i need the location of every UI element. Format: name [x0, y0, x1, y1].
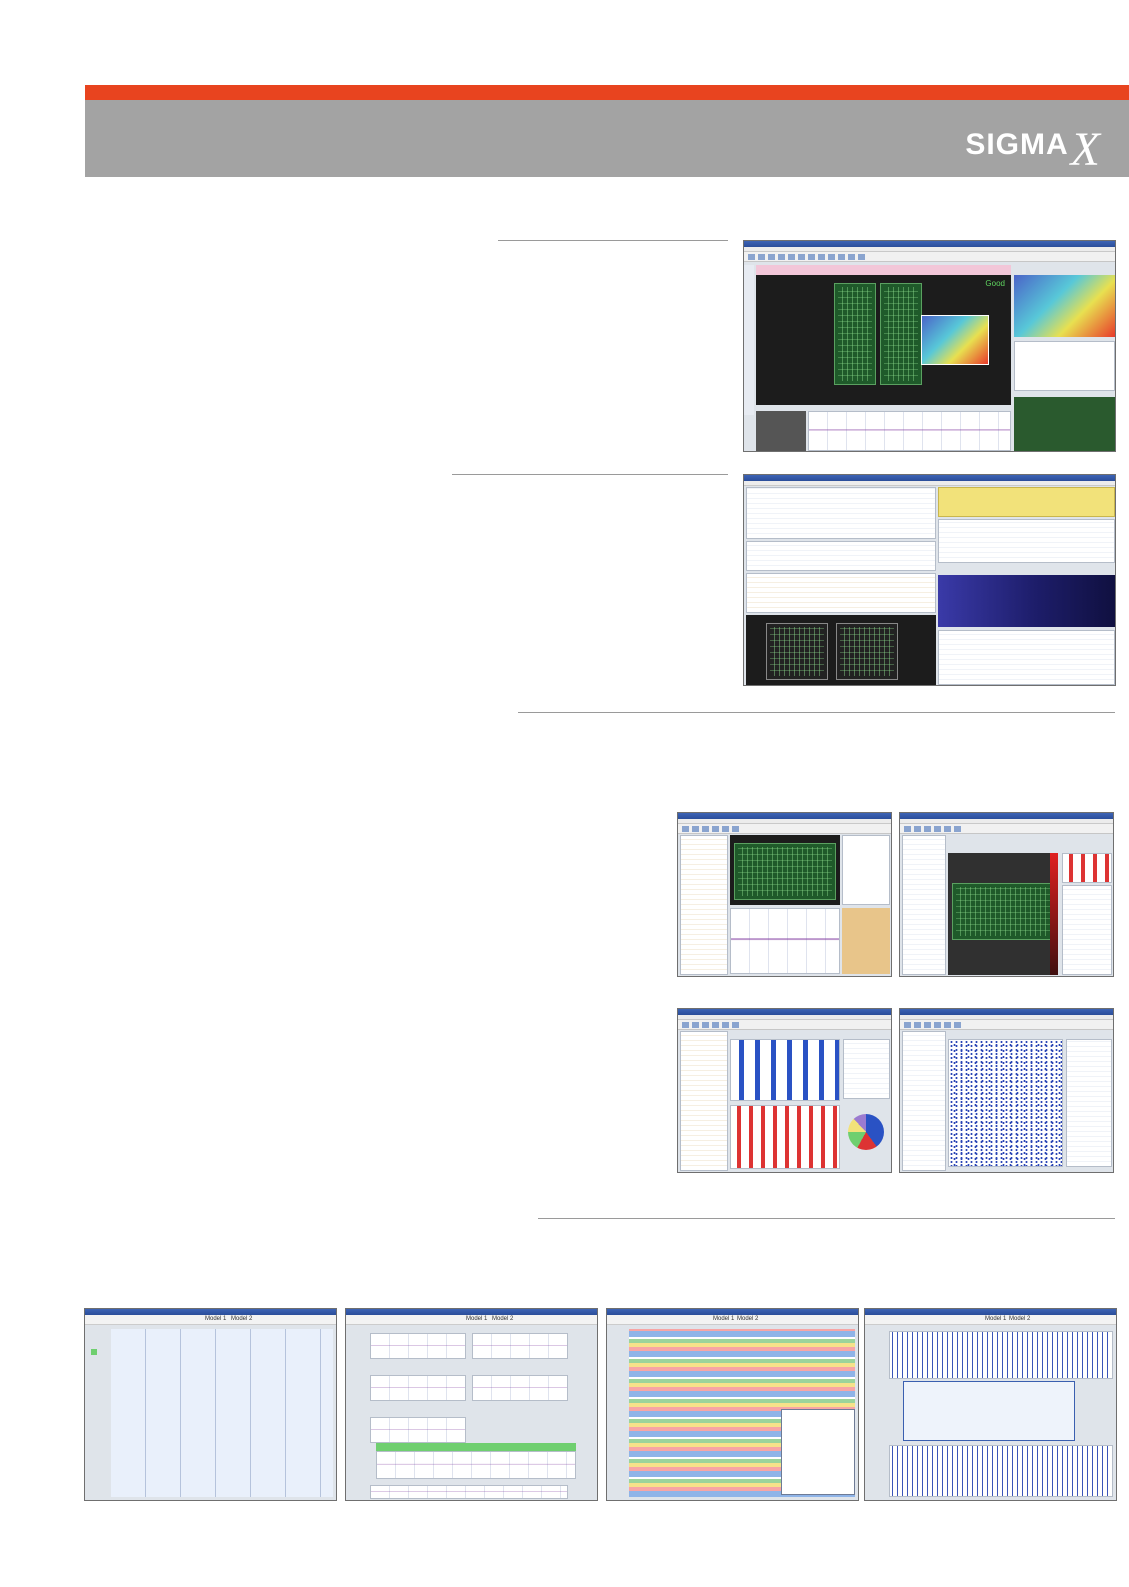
screenshot-line-view-2: Model 1 Model 2 — [345, 1308, 598, 1501]
screenshot-monitor-b — [899, 812, 1114, 977]
section-rule-3 — [518, 712, 1115, 713]
tab-model-2[interactable]: Model 2 — [1009, 1316, 1030, 1322]
logo-x: X — [1070, 123, 1101, 176]
tab-model-2[interactable]: Model 2 — [231, 1316, 252, 1322]
section-rule-1 — [498, 240, 728, 241]
screenshot-line-view-4: Model 1 Model 2 — [864, 1308, 1117, 1501]
tab-model-1[interactable]: Model 1 — [466, 1316, 487, 1322]
screenshot-defect-analyzer — [743, 474, 1116, 686]
screenshot-monitor-c — [677, 1008, 892, 1173]
screenshot-monitor-d — [899, 1008, 1114, 1173]
section-rule-2 — [452, 474, 728, 475]
tab-model-2[interactable]: Model 2 — [492, 1316, 513, 1322]
screenshot-line-view-3: Model 1 Model 2 — [606, 1308, 859, 1501]
section-rule-4 — [538, 1218, 1115, 1219]
logo-text: SIGMA — [965, 128, 1069, 161]
screenshot-line-view-1: Model 1 Model 2 — [84, 1308, 337, 1501]
screenshot-3d-inspection: Good — [743, 240, 1116, 452]
screenshot-monitor-a — [677, 812, 892, 977]
status-good-label: Good — [985, 279, 1005, 288]
tab-model-1[interactable]: Model 1 — [985, 1316, 1006, 1322]
sigmax-logo: SIGMA X — [965, 110, 1101, 174]
tab-model-2[interactable]: Model 2 — [737, 1316, 758, 1322]
header-accent-bar — [85, 85, 1129, 100]
tab-model-1[interactable]: Model 1 — [205, 1316, 226, 1322]
tab-model-1[interactable]: Model 1 — [713, 1316, 734, 1322]
